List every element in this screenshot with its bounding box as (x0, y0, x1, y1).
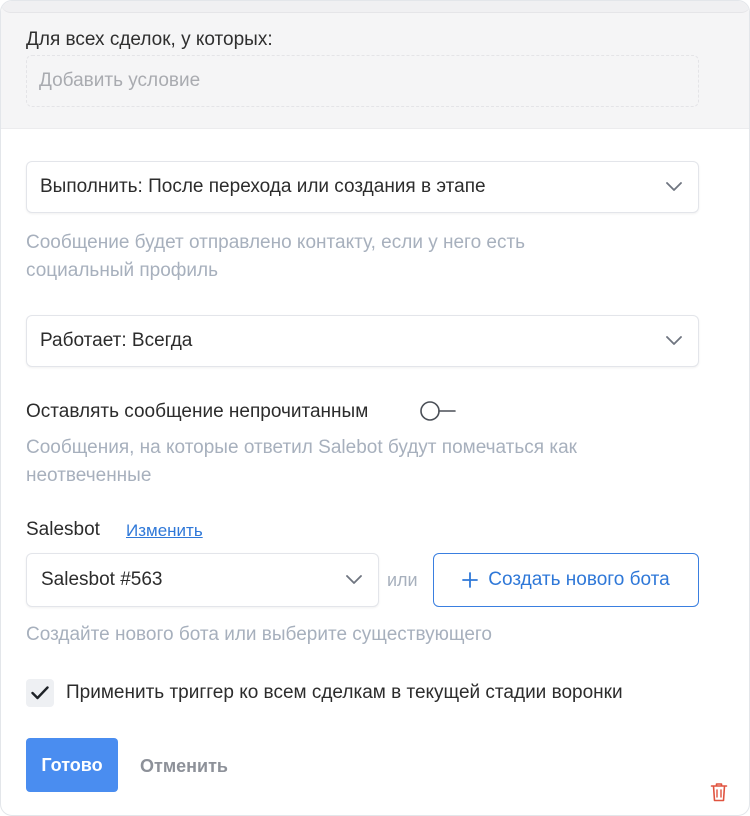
cancel-button[interactable]: Отменить (140, 756, 228, 777)
works-select[interactable]: Работает: Всегда (26, 315, 699, 367)
chevron-down-icon (666, 182, 682, 191)
trigger-settings-panel: Для всех сделок, у которых: Добавить усл… (0, 0, 750, 816)
unread-hint-line2: неотвеченные (26, 465, 152, 486)
panel-top-edge (1, 1, 749, 13)
conditions-label: Для всех сделок, у которых: (26, 29, 273, 50)
execute-select[interactable]: Выполнить: После перехода или создания в… (26, 161, 699, 213)
conditions-section: Для всех сделок, у которых: Добавить усл… (1, 1, 749, 129)
apply-all-label: Применить триггер ко всем сделкам в теку… (66, 682, 623, 703)
add-condition-field[interactable]: Добавить условие (26, 55, 699, 107)
salesbot-label: Salesbot (26, 519, 100, 540)
create-bot-button[interactable]: Создать нового бота (433, 553, 699, 607)
plus-icon (462, 572, 479, 588)
or-separator: или (387, 570, 418, 590)
salesbot-select[interactable]: Salesbot #563 (26, 553, 379, 607)
trash-icon[interactable] (710, 782, 728, 802)
toggle-off-icon[interactable] (419, 400, 457, 422)
execute-hint-line1: Сообщение будет отправлено контакту, есл… (26, 232, 526, 253)
execute-select-value: Выполнить: После перехода или создания в… (40, 176, 486, 197)
salesbot-select-value: Salesbot #563 (41, 569, 163, 590)
salesbot-hint: Создайте нового бота или выберите сущест… (26, 624, 492, 645)
unread-hint: Сообщения, на которые ответил Salebot бу… (26, 434, 577, 490)
done-button[interactable]: Готово (26, 738, 118, 792)
create-bot-button-label: Создать нового бота (488, 569, 670, 590)
chevron-down-icon (666, 336, 682, 345)
apply-all-row: Применить триггер ко всем сделкам в теку… (26, 679, 623, 707)
chevron-down-icon (346, 575, 362, 584)
apply-all-checkbox[interactable] (26, 679, 54, 707)
unread-toggle-label: Оставлять сообщение непрочитанным (26, 401, 369, 422)
works-select-value: Работает: Всегда (40, 330, 193, 351)
unread-hint-line1: Сообщения, на которые ответил Salebot бу… (26, 437, 577, 458)
checkmark-icon (31, 686, 49, 700)
add-condition-placeholder: Добавить условие (39, 70, 201, 91)
change-salesbot-link[interactable]: Изменить (126, 521, 203, 541)
execute-hint-line2: социальный профиль (26, 260, 219, 281)
execute-hint: Сообщение будет отправлено контакту, есл… (26, 229, 525, 285)
